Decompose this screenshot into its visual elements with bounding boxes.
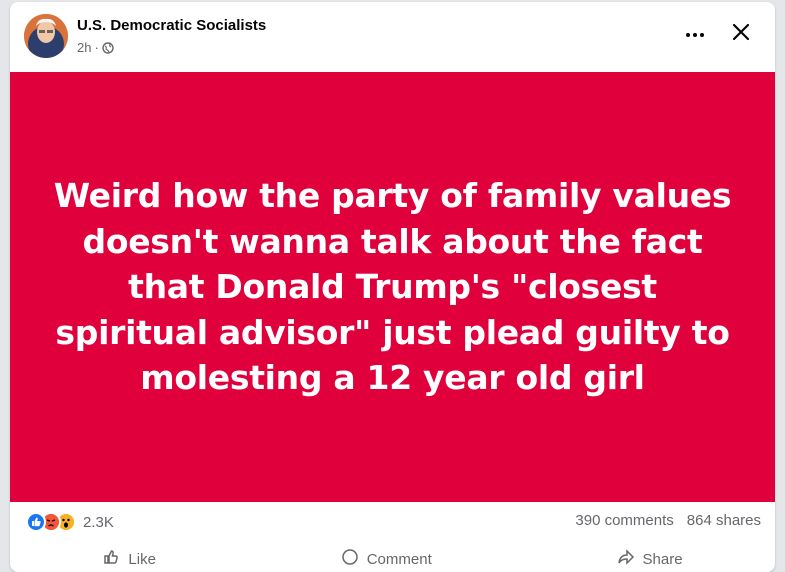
share-icon xyxy=(617,548,635,570)
like-reaction-icon xyxy=(26,512,46,532)
comments-count[interactable]: 390 comments xyxy=(575,512,673,529)
meta-separator: · xyxy=(94,40,99,55)
comment-icon xyxy=(341,548,359,570)
post-text: Weird how the party of family values doe… xyxy=(53,176,732,398)
post-meta: 2h · xyxy=(77,40,114,55)
shares-count[interactable]: 864 shares xyxy=(687,512,761,529)
ellipsis-icon xyxy=(685,25,705,43)
share-label: Share xyxy=(642,550,683,568)
comments-shares: 390 comments 864 shares xyxy=(575,512,761,529)
thumbs-up-icon xyxy=(102,548,120,570)
reaction-summary[interactable]: 2.3K xyxy=(26,512,114,532)
post-image[interactable]: Weird how the party of family values doe… xyxy=(10,72,775,502)
post-header: U.S. Democratic Socialists 2h · xyxy=(10,2,775,72)
share-button[interactable]: Share xyxy=(617,544,683,572)
globe-icon xyxy=(102,41,114,54)
post-time[interactable]: 2h xyxy=(77,40,91,55)
more-options-button[interactable] xyxy=(681,20,709,48)
like-label: Like xyxy=(128,550,156,568)
comment-button[interactable]: Comment xyxy=(341,544,432,572)
like-button[interactable]: Like xyxy=(102,544,156,572)
close-icon xyxy=(732,23,750,46)
post-card: U.S. Democratic Socialists 2h · Weird ho… xyxy=(10,2,775,572)
action-bar: Like Comment Share xyxy=(10,544,775,572)
page-avatar[interactable] xyxy=(24,14,68,58)
reaction-count[interactable]: 2.3K xyxy=(83,514,114,531)
post-stats: 2.3K 390 comments 864 shares xyxy=(10,502,775,542)
close-button[interactable] xyxy=(725,18,757,50)
comment-label: Comment xyxy=(366,550,432,568)
page-name[interactable]: U.S. Democratic Socialists xyxy=(77,17,266,34)
